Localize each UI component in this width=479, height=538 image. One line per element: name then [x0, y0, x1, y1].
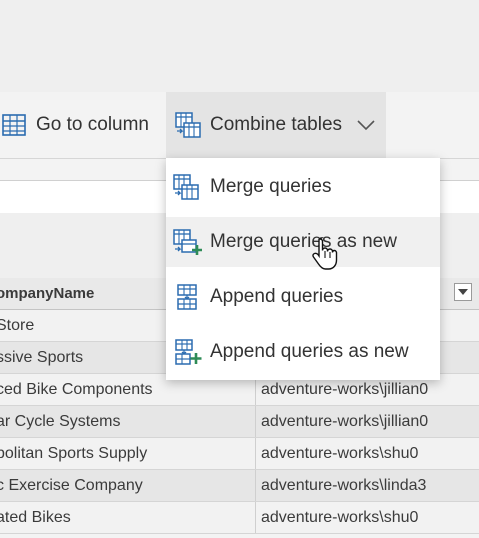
menu-item-label: Merge queries [210, 176, 332, 197]
table-row: politan Sports Supply adventure-works\sh… [0, 438, 479, 470]
table-row: ated Bikes adventure-works\shu0 [0, 502, 479, 534]
menu-item-label: Append queries as new [210, 341, 409, 362]
menu-item-append-queries-as-new[interactable]: Append queries as new [166, 327, 440, 377]
combine-tables-label: Combine tables [210, 114, 343, 135]
chevron-down-icon[interactable] [356, 119, 376, 131]
combine-tables-button[interactable]: Combine tables [166, 92, 386, 158]
go-to-column-label: Go to column [36, 114, 149, 135]
hand-pointer-cursor-icon [312, 237, 338, 271]
company-cell[interactable]: c Exercise Company [0, 470, 256, 501]
menu-item-label: Append queries [210, 286, 344, 307]
salesperson-cell[interactable]: adventure-works\jillian0 [257, 406, 479, 437]
table-grid-icon [2, 113, 26, 137]
top-blank-area [0, 0, 479, 92]
company-cell[interactable]: ar Cycle Systems [0, 406, 256, 437]
merge-queries-icon [172, 173, 202, 201]
merge-queries-new-icon [172, 228, 202, 256]
column-filter-dropdown-icon[interactable] [454, 283, 472, 301]
menu-item-label: Merge queries as new [210, 231, 397, 252]
append-queries-icon [172, 283, 202, 311]
table-row: c Exercise Company adventure-works\linda… [0, 470, 479, 502]
combine-tables-dropdown-menu: Merge queries Merge queries as new Appen… [166, 158, 440, 380]
ribbon-toolbar: Go to column Combine tables [0, 92, 479, 159]
menu-item-merge-queries[interactable]: Merge queries [166, 162, 440, 212]
company-cell[interactable]: politan Sports Supply [0, 438, 256, 469]
salesperson-cell[interactable]: adventure-works\linda3 [257, 470, 479, 501]
company-cell[interactable]: ated Bikes [0, 502, 256, 533]
salesperson-cell[interactable]: adventure-works\shu0 [257, 438, 479, 469]
append-queries-new-icon [172, 338, 202, 366]
menu-item-append-queries[interactable]: Append queries [166, 272, 440, 322]
go-to-column-button[interactable]: Go to column [0, 92, 149, 158]
combine-tables-icon [174, 111, 202, 139]
menu-item-merge-queries-as-new[interactable]: Merge queries as new [166, 217, 440, 267]
salesperson-cell[interactable]: adventure-works\shu0 [257, 502, 479, 533]
table-row: ar Cycle Systems adventure-works\jillian… [0, 406, 479, 438]
